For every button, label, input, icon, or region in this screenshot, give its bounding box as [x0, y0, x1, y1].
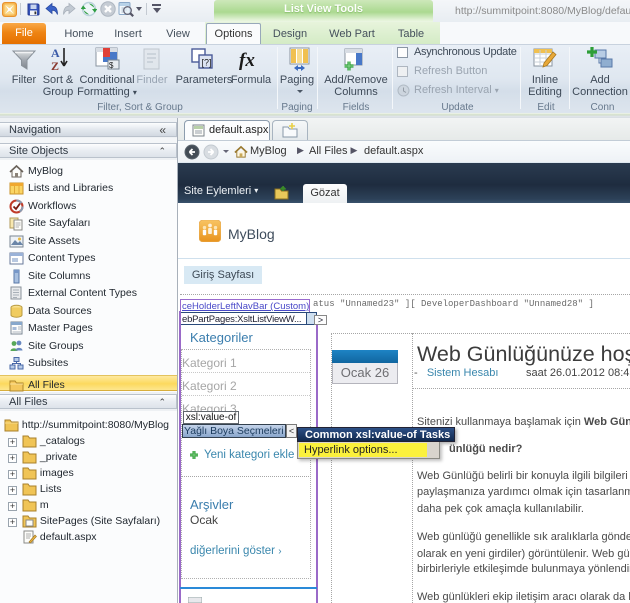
svg-text:fx: fx	[239, 50, 255, 71]
svg-text:A: A	[51, 46, 60, 60]
svg-text:$: $	[109, 61, 114, 70]
svg-text:[?]: [?]	[202, 58, 212, 68]
svg-text:Z: Z	[51, 59, 59, 73]
